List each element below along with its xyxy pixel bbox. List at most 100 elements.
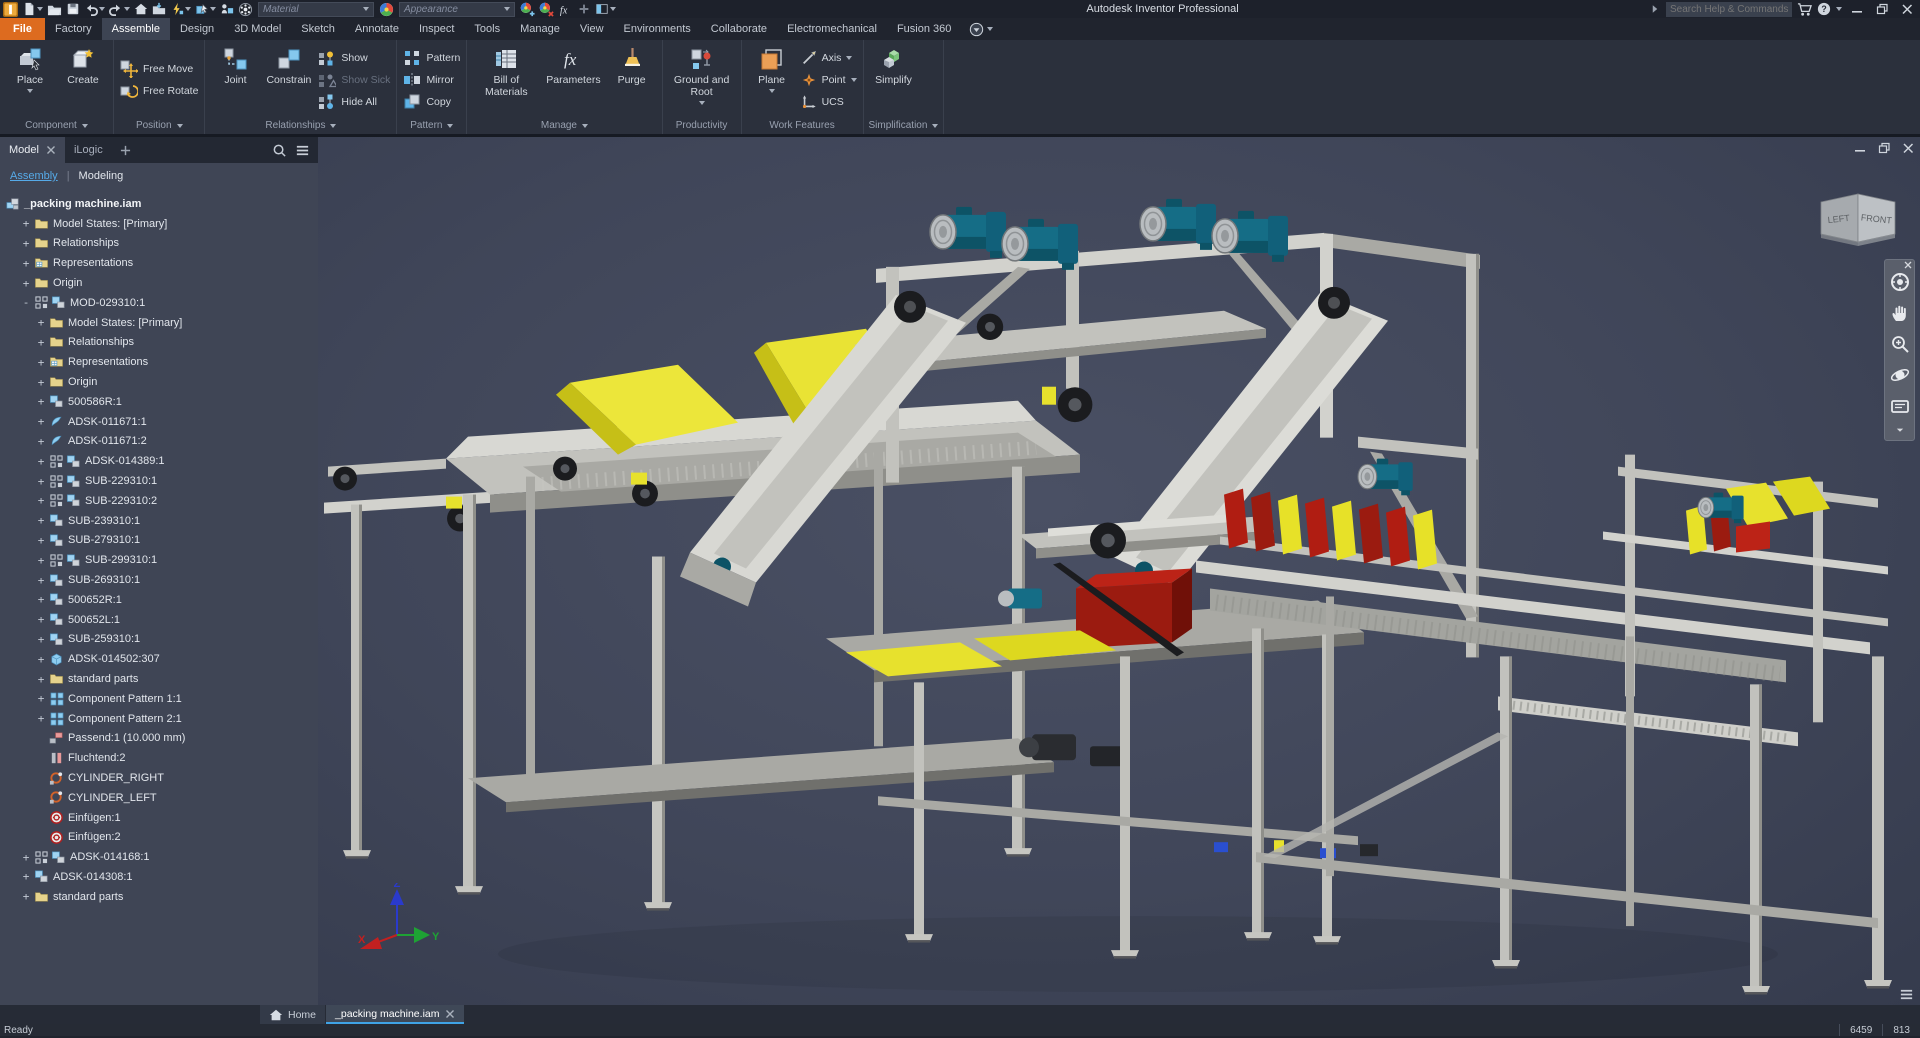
ribbon-tab-factory[interactable]: Factory <box>45 18 102 40</box>
tree-expander[interactable]: + <box>34 475 48 488</box>
copy-button[interactable]: Copy <box>403 93 460 111</box>
ribbon-tab-design[interactable]: Design <box>170 18 224 40</box>
tree-item[interactable]: -MOD-029310:1 <box>0 293 318 313</box>
tree-item[interactable]: +Representations <box>0 253 318 273</box>
nav-look-icon[interactable] <box>1890 396 1910 416</box>
tree-expander[interactable]: + <box>19 890 33 903</box>
ucs-button[interactable]: UCS <box>801 93 857 111</box>
tree-expander[interactable]: + <box>34 534 48 547</box>
tree-expander[interactable]: + <box>34 514 48 527</box>
tree-item[interactable]: +ADSK-014389:1 <box>0 451 318 471</box>
show-sick-button[interactable]: Show Sick <box>318 71 390 89</box>
create-button[interactable]: Create <box>58 42 108 117</box>
tree-item[interactable]: +Relationships <box>0 333 318 353</box>
tree-item[interactable]: +ADSK-014308:1 <box>0 867 318 887</box>
packing-machine-3d-model[interactable] <box>318 137 1920 1005</box>
document-restore-icon[interactable] <box>1878 142 1890 154</box>
tree-item[interactable]: _packing machine.iam <box>0 194 318 214</box>
tree-expander[interactable]: - <box>19 296 33 309</box>
help-search-box[interactable] <box>1666 2 1792 17</box>
close-icon[interactable] <box>445 1009 455 1019</box>
tree-item[interactable]: +Origin <box>0 372 318 392</box>
search-input[interactable] <box>1670 4 1788 15</box>
dock-grid-button[interactable] <box>595 1 616 17</box>
ribbon-group-label[interactable]: Manage <box>472 117 656 134</box>
tree-expander[interactable]: + <box>34 712 48 725</box>
material-dropdown[interactable]: Material <box>258 2 374 17</box>
tree-expander[interactable]: + <box>34 435 48 448</box>
panel-menu-icon[interactable] <box>295 143 310 158</box>
tree-item[interactable]: +Component Pattern 1:1 <box>0 689 318 709</box>
tree-item[interactable]: CYLINDER_LEFT <box>0 788 318 808</box>
document-close-icon[interactable] <box>1902 142 1914 154</box>
add-plus-button[interactable] <box>577 1 591 17</box>
tree-expander[interactable]: + <box>34 673 48 686</box>
mirror-button[interactable]: Mirror <box>403 71 460 89</box>
nav-zoom-icon[interactable] <box>1890 334 1910 354</box>
parameters-button[interactable]: fxParameters <box>543 42 603 117</box>
show-button[interactable]: Show <box>318 49 390 67</box>
tree-item[interactable]: CYLINDER_RIGHT <box>0 768 318 788</box>
redo-button[interactable] <box>109 1 130 17</box>
tree-item[interactable]: +Representations <box>0 352 318 372</box>
add-panel-tab-button[interactable] <box>112 137 139 163</box>
purge-button[interactable]: Purge <box>607 42 657 117</box>
tree-item[interactable]: +Component Pattern 2:1 <box>0 709 318 729</box>
tree-item[interactable]: +SUB-229310:2 <box>0 491 318 511</box>
ribbon-tab-collaborate[interactable]: Collaborate <box>701 18 777 40</box>
tree-item[interactable]: +standard parts <box>0 669 318 689</box>
ribbon-group-label[interactable]: Position <box>119 117 199 134</box>
tree-item[interactable]: +SUB-299310:1 <box>0 550 318 570</box>
render-button[interactable] <box>238 1 253 17</box>
tree-item[interactable]: Einfügen:1 <box>0 808 318 828</box>
axis-button[interactable]: Axis <box>801 49 857 67</box>
inventor-logo-button[interactable] <box>3 1 18 17</box>
tree-expander[interactable]: + <box>34 692 48 705</box>
simplify-button[interactable]: Simplify <box>869 42 919 117</box>
select-component-button[interactable] <box>195 1 216 17</box>
close-icon[interactable] <box>46 145 56 155</box>
search-expand-icon[interactable] <box>1649 3 1661 15</box>
tree-expander[interactable]: + <box>34 613 48 626</box>
navbar-more-icon[interactable] <box>1895 427 1905 435</box>
tree-item[interactable]: +SUB-259310:1 <box>0 630 318 650</box>
view-cube[interactable]: LEFT FRONT <box>1818 192 1898 254</box>
adjust-appearance-button[interactable] <box>520 1 535 17</box>
tree-expander[interactable]: + <box>19 237 33 250</box>
ribbon-group-label[interactable]: Pattern <box>402 117 461 134</box>
tree-item[interactable]: +standard parts <box>0 887 318 907</box>
hide-all-button[interactable]: Hide All <box>318 93 390 111</box>
tree-expander[interactable]: + <box>34 336 48 349</box>
bill-of-materials-button[interactable]: Bill of Materials <box>472 42 540 117</box>
tree-expander[interactable]: + <box>19 277 33 290</box>
shared-views-button[interactable] <box>220 1 234 17</box>
tree-expander[interactable]: + <box>34 376 48 389</box>
ribbon-tab-assemble[interactable]: Assemble <box>102 18 170 40</box>
graphics-viewport[interactable]: LEFT FRONT Z X Y <box>318 137 1920 1005</box>
parameters-fx-button[interactable]: fx <box>558 1 573 17</box>
tree-item[interactable]: +Origin <box>0 273 318 293</box>
tree-item[interactable]: Passend:1 (10.000 mm) <box>0 729 318 749</box>
tree-expander[interactable]: + <box>34 356 48 369</box>
tree-expander[interactable]: + <box>34 554 48 567</box>
plane-button[interactable]: Plane <box>747 42 797 117</box>
tree-expander[interactable]: + <box>34 633 48 646</box>
tree-item[interactable]: +SUB-229310:1 <box>0 471 318 491</box>
tree-item[interactable]: +Model States: [Primary] <box>0 214 318 234</box>
ribbon-group-label[interactable]: Simplification <box>869 117 939 134</box>
ribbon-group-label[interactable]: Component <box>5 117 108 134</box>
tree-expander[interactable]: + <box>34 593 48 606</box>
point-button[interactable]: Point <box>801 71 857 89</box>
tree-item[interactable]: +Model States: [Primary] <box>0 313 318 333</box>
minimize-button[interactable] <box>1847 1 1867 17</box>
tab-modeling[interactable]: Modeling <box>79 170 124 182</box>
tree-expander[interactable]: + <box>34 395 48 408</box>
tree-item[interactable]: +SUB-279310:1 <box>0 531 318 551</box>
nav-wheel-icon[interactable] <box>1890 272 1910 292</box>
panel-tab-ilogic[interactable]: iLogic <box>65 137 112 163</box>
tree-item[interactable]: +ADSK-011671:2 <box>0 432 318 452</box>
open-from-vault-button[interactable] <box>152 1 166 17</box>
document-minimize-icon[interactable] <box>1854 142 1866 154</box>
close-button[interactable] <box>1897 1 1917 17</box>
doc-tab--packing-machine-iam[interactable]: _packing machine.iam <box>326 1005 463 1024</box>
